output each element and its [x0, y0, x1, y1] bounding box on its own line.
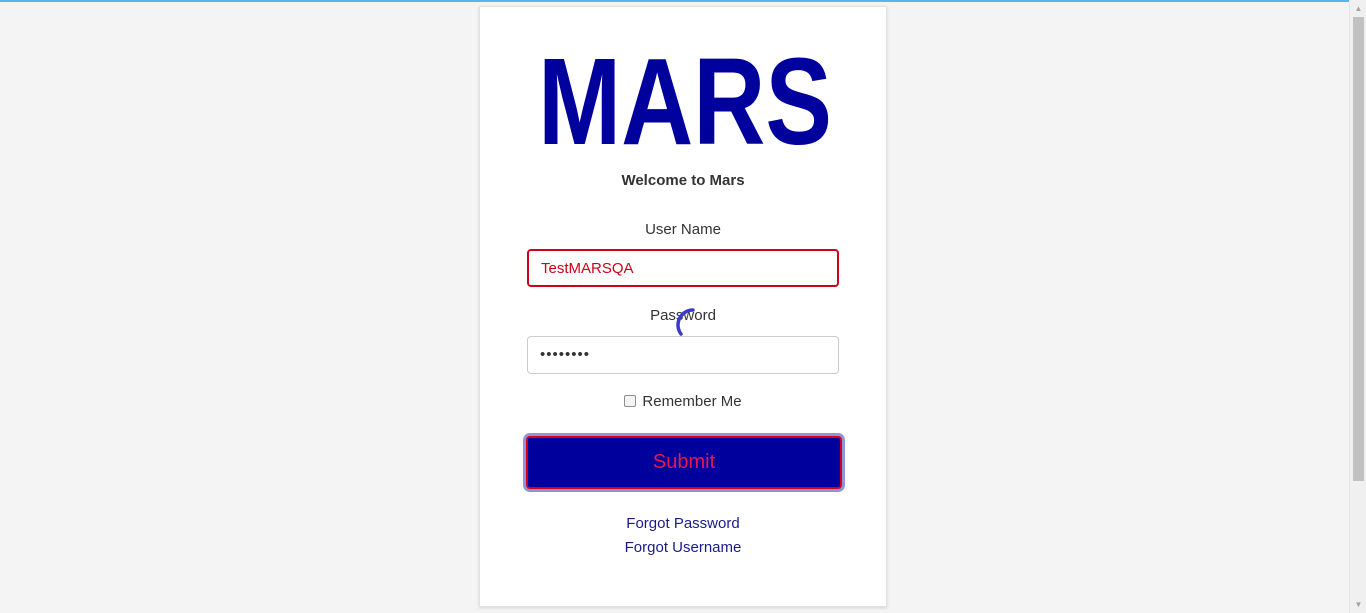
username-input[interactable]: TestMARSQA — [527, 249, 839, 287]
forgot-username-link[interactable]: Forgot Username — [480, 539, 886, 556]
mars-logo: MARS — [538, 51, 832, 147]
password-input[interactable]: •••••••• — [527, 336, 839, 374]
scroll-up-arrow-icon[interactable]: ▲ — [1350, 0, 1366, 17]
login-card: MARS Welcome to Mars User Name TestMARSQ… — [479, 6, 887, 607]
username-label: User Name — [645, 221, 721, 238]
remember-me-label: Remember Me — [642, 393, 742, 410]
remember-me-checkbox[interactable] — [624, 394, 637, 407]
submit-button[interactable]: Submit — [526, 436, 842, 489]
welcome-heading: Welcome to Mars — [621, 172, 745, 189]
remember-me[interactable]: Remember Me — [480, 393, 886, 410]
forgot-password-link[interactable]: Forgot Password — [480, 515, 886, 532]
mars-logo-text: MARS — [538, 51, 832, 147]
scrollbar-thumb[interactable] — [1353, 17, 1364, 481]
page-loading-bar — [0, 0, 1366, 2]
scroll-down-arrow-icon[interactable]: ▼ — [1350, 596, 1366, 613]
vertical-scrollbar[interactable]: ▲ ▼ — [1349, 0, 1366, 613]
